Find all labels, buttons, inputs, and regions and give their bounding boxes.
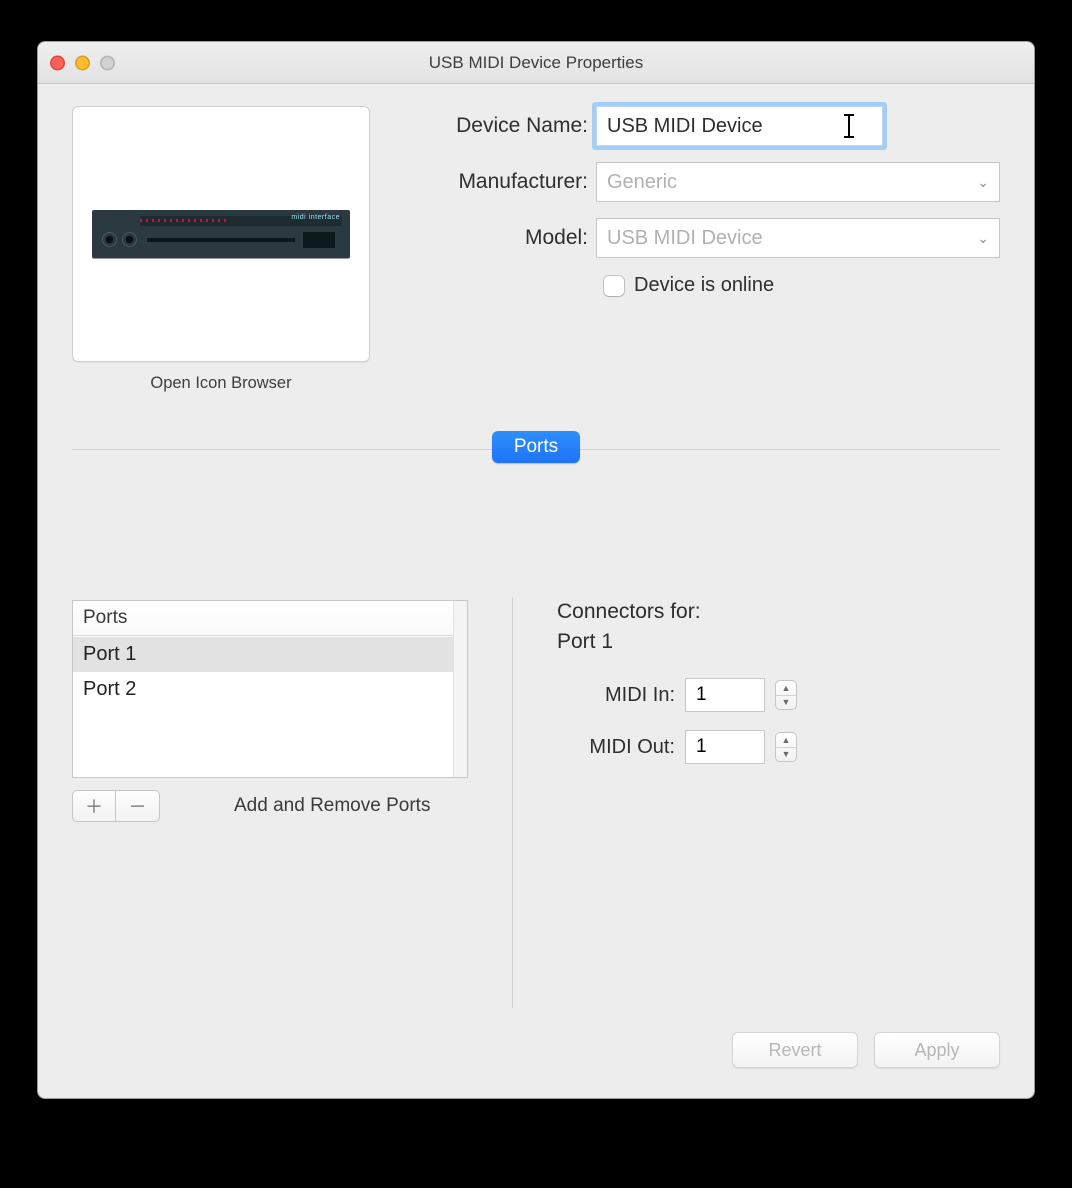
window-title: USB MIDI Device Properties [429, 53, 643, 73]
revert-button[interactable]: Revert [732, 1032, 858, 1068]
midi-in-label: MIDI In: [557, 684, 685, 707]
plus-icon: ＋ [85, 793, 103, 819]
connectors-side: Connectors for: Port 1 MIDI In: ▲ ▼ MIDI… [557, 600, 1000, 1098]
device-online-checkbox[interactable] [604, 276, 624, 296]
stepper-up-icon[interactable]: ▲ [776, 733, 796, 747]
add-remove-label: Add and Remove Ports [234, 795, 430, 817]
midi-in-input[interactable] [685, 678, 765, 712]
apply-button[interactable]: Apply [874, 1032, 1000, 1068]
footer-buttons: Revert Apply [732, 1032, 1000, 1068]
model-combobox[interactable]: USB MIDI Device ⌄ [596, 218, 1000, 258]
ports-scrollbar[interactable] [453, 601, 467, 777]
add-port-button[interactable]: ＋ [72, 790, 116, 822]
device-icon-label: midi interface [291, 214, 340, 221]
open-icon-browser-link[interactable]: Open Icon Browser [150, 374, 291, 393]
add-remove-segmented: ＋ － [72, 790, 160, 822]
ports-table: Ports Port 1 Port 2 [72, 600, 468, 778]
properties-window: USB MIDI Device Properties midi interfac… [37, 41, 1035, 1099]
ports-list: Port 1 Port 2 [73, 637, 453, 777]
midi-out-input[interactable] [685, 730, 765, 764]
device-online-label: Device is online [634, 274, 774, 297]
midi-in-stepper[interactable]: ▲ ▼ [775, 680, 797, 710]
device-icon-well[interactable]: midi interface [72, 106, 370, 362]
midi-interface-icon: midi interface [92, 210, 350, 258]
remove-port-button[interactable]: － [116, 790, 160, 822]
connectors-title: Connectors for: [557, 600, 1000, 624]
tabs-row: Ports [38, 431, 1034, 463]
minimize-button[interactable] [75, 55, 90, 70]
chevron-down-icon: ⌄ [977, 174, 989, 191]
titlebar: USB MIDI Device Properties [38, 42, 1034, 84]
text-cursor-icon [848, 114, 850, 138]
icon-column: midi interface Open Icon Browser [72, 106, 370, 393]
tab-ports[interactable]: Ports [492, 431, 580, 463]
minus-icon: － [129, 793, 147, 819]
ports-side: Ports Port 1 Port 2 ＋ － Add and Remove P… [72, 600, 468, 1098]
ports-column-header[interactable]: Ports [73, 601, 467, 636]
manufacturer-label: Manufacturer: [408, 170, 596, 194]
stepper-down-icon[interactable]: ▼ [776, 695, 796, 710]
chevron-down-icon: ⌄ [977, 230, 989, 247]
device-name-input[interactable] [596, 106, 883, 146]
port-row[interactable]: Port 2 [73, 672, 453, 707]
midi-out-stepper[interactable]: ▲ ▼ [775, 732, 797, 762]
manufacturer-placeholder: Generic [607, 171, 677, 194]
zoom-button[interactable] [100, 55, 115, 70]
close-button[interactable] [50, 55, 65, 70]
vertical-divider [512, 597, 513, 1008]
traffic-lights [50, 55, 115, 70]
model-label: Model: [408, 226, 596, 250]
device-name-label: Device Name: [408, 114, 596, 138]
stepper-up-icon[interactable]: ▲ [776, 681, 796, 695]
ports-pane: Ports Port 1 Port 2 ＋ － Add and Remove P… [72, 449, 1000, 1098]
midi-out-label: MIDI Out: [557, 736, 685, 759]
upper-section: midi interface Open Icon Browser Device … [38, 84, 1034, 403]
port-row[interactable]: Port 1 [73, 637, 453, 672]
manufacturer-combobox[interactable]: Generic ⌄ [596, 162, 1000, 202]
connectors-port-name: Port 1 [557, 630, 1000, 654]
stepper-down-icon[interactable]: ▼ [776, 747, 796, 762]
fields-column: Device Name: Manufacturer: Generic ⌄ Mod… [408, 106, 1000, 393]
model-placeholder: USB MIDI Device [607, 227, 763, 250]
